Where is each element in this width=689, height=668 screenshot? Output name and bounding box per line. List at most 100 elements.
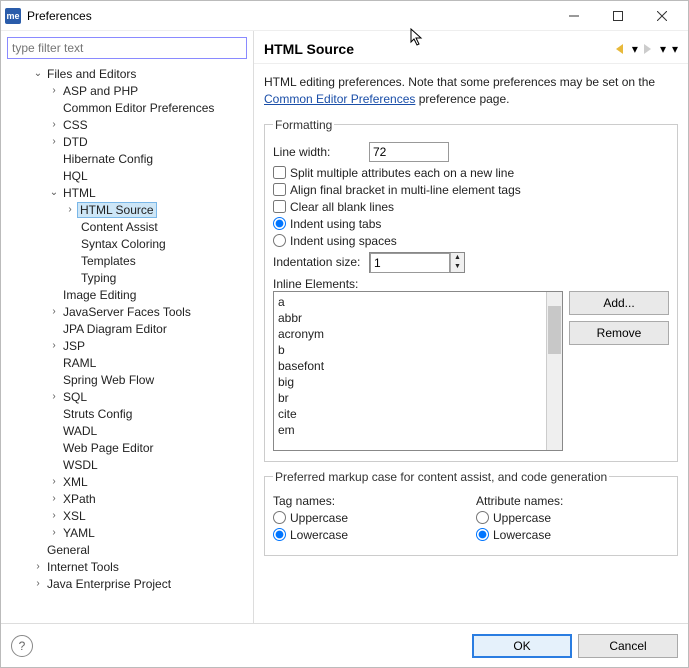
tree-item[interactable]: ›Internet Tools [3,558,251,575]
view-menu[interactable]: ▾ [672,42,678,56]
tree-item[interactable]: HQL [3,167,251,184]
indent-size-spinner[interactable]: ▲▼ [369,252,465,273]
add-button[interactable]: Add... [569,291,669,315]
back-button[interactable] [616,44,630,54]
chevron-right-icon[interactable]: › [47,476,61,487]
tree-item-files-editors[interactable]: ⌄Files and Editors [3,65,251,82]
cancel-button[interactable]: Cancel [578,634,678,658]
minimize-button[interactable] [552,1,596,31]
chevron-right-icon[interactable]: › [47,85,61,96]
chevron-right-icon[interactable]: › [47,493,61,504]
list-item[interactable]: abbr [278,310,542,326]
indent-spaces-label: Indent using spaces [290,234,397,248]
tree-item[interactable]: Hibernate Config [3,150,251,167]
align-bracket-checkbox[interactable] [273,183,286,196]
common-editor-prefs-link[interactable]: Common Editor Preferences [264,92,415,106]
tree-item[interactable]: Web Page Editor [3,439,251,456]
tree-item[interactable]: WSDL [3,456,251,473]
forward-menu[interactable]: ▾ [660,42,666,56]
scrollbar-thumb[interactable] [548,306,561,354]
forward-button[interactable] [644,44,658,54]
formatting-group: Formatting Line width: Split multiple at… [264,118,678,462]
tree-item[interactable]: ›XPath [3,490,251,507]
remove-button[interactable]: Remove [569,321,669,345]
indent-size-label: Indentation size: [273,255,369,269]
filter-input[interactable] [7,37,247,59]
list-item[interactable]: big [278,374,542,390]
ok-button[interactable]: OK [472,634,572,658]
close-button[interactable] [640,1,684,31]
tree-item-html[interactable]: ⌄HTML [3,184,251,201]
tree-item[interactable]: ›YAML [3,524,251,541]
tree-item[interactable]: Spring Web Flow [3,371,251,388]
chevron-right-icon[interactable]: › [47,119,61,130]
markup-case-group: Preferred markup case for content assist… [264,470,678,556]
chevron-right-icon[interactable]: › [47,391,61,402]
maximize-button[interactable] [596,1,640,31]
attr-names-label: Attribute names: [476,494,669,508]
tree-item[interactable]: ›JSP [3,337,251,354]
attr-lowercase-radio[interactable] [476,528,489,541]
list-item[interactable]: acronym [278,326,542,342]
tree-item[interactable]: ›DTD [3,133,251,150]
tag-uppercase-radio[interactable] [273,511,286,524]
sidebar: ⌄Files and Editors ›ASP and PHP Common E… [1,31,254,623]
tree-item[interactable]: General [3,541,251,558]
tree-item[interactable]: Content Assist [3,218,251,235]
spinner-up-icon[interactable]: ▲ [451,253,464,263]
tree-item[interactable]: ›JavaServer Faces Tools [3,303,251,320]
indent-spaces-radio[interactable] [273,234,286,247]
attr-uppercase-radio[interactable] [476,511,489,524]
tree-item[interactable]: Syntax Coloring [3,235,251,252]
preferences-tree[interactable]: ⌄Files and Editors ›ASP and PHP Common E… [3,65,251,623]
tree-item[interactable]: Typing [3,269,251,286]
tree-item[interactable]: ›CSS [3,116,251,133]
attr-lowercase-label: Lowercase [493,528,551,542]
list-item[interactable]: cite [278,406,542,422]
list-item[interactable]: em [278,422,542,438]
page-description: HTML editing preferences. Note that some… [264,74,678,108]
chevron-right-icon[interactable]: › [31,578,45,589]
tree-item[interactable]: JPA Diagram Editor [3,320,251,337]
indent-size-input[interactable] [370,253,450,273]
tree-item[interactable]: ›ASP and PHP [3,82,251,99]
chevron-right-icon[interactable]: › [47,306,61,317]
chevron-right-icon[interactable]: › [47,510,61,521]
clear-blank-checkbox[interactable] [273,200,286,213]
list-item[interactable]: a [278,294,542,310]
chevron-right-icon[interactable]: › [47,136,61,147]
tree-item[interactable]: RAML [3,354,251,371]
tree-item[interactable]: ›XML [3,473,251,490]
chevron-right-icon[interactable]: › [31,561,45,572]
tag-lowercase-radio[interactable] [273,528,286,541]
tree-item[interactable]: Struts Config [3,405,251,422]
tree-item-html-source[interactable]: ›HTML Source [3,201,251,218]
chevron-down-icon[interactable]: ⌄ [47,187,61,198]
scrollbar[interactable] [546,292,562,450]
tree-item[interactable]: Image Editing [3,286,251,303]
line-width-input[interactable] [369,142,449,162]
tree-item[interactable]: ›XSL [3,507,251,524]
inline-elements-label: Inline Elements: [273,277,669,291]
tree-item[interactable]: ›Java Enterprise Project [3,575,251,592]
help-icon: ? [19,639,26,653]
list-item[interactable]: basefont [278,358,542,374]
chevron-right-icon[interactable]: › [47,527,61,538]
back-menu[interactable]: ▾ [632,42,638,56]
split-attrs-checkbox[interactable] [273,166,286,179]
help-button[interactable]: ? [11,635,33,657]
split-attrs-label: Split multiple attributes each on a new … [290,166,514,180]
tree-item[interactable]: ›SQL [3,388,251,405]
chevron-right-icon[interactable]: › [63,204,77,215]
indent-tabs-radio[interactable] [273,217,286,230]
tree-item[interactable]: WADL [3,422,251,439]
inline-elements-list[interactable]: a abbr acronym b basefont big br cite em [273,291,563,451]
list-item[interactable]: b [278,342,542,358]
chevron-down-icon[interactable]: ⌄ [31,68,45,79]
tree-item[interactable]: Common Editor Preferences [3,99,251,116]
chevron-right-icon[interactable]: › [47,340,61,351]
tree-item[interactable]: Templates [3,252,251,269]
spinner-down-icon[interactable]: ▼ [451,262,464,272]
footer: ? OK Cancel [1,623,688,667]
list-item[interactable]: br [278,390,542,406]
